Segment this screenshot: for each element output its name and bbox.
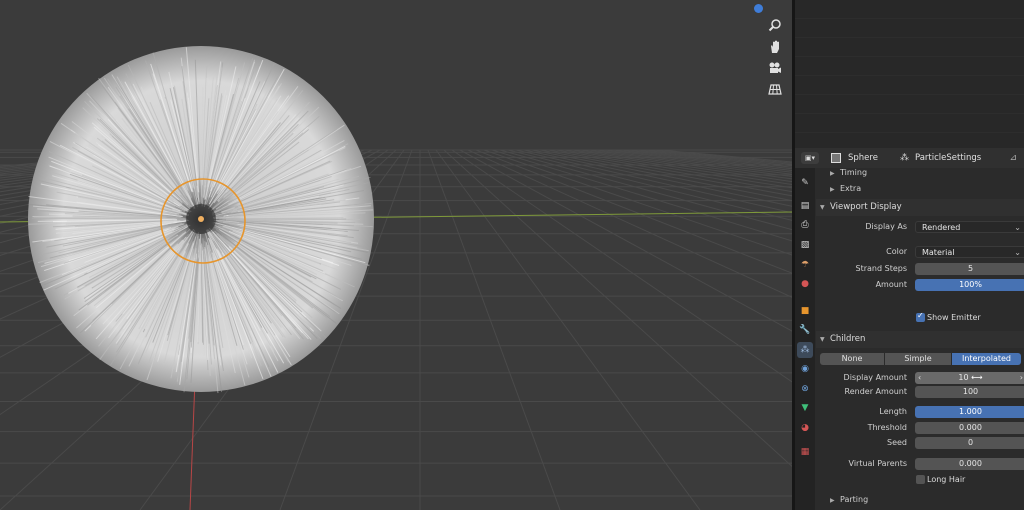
view-layer-icon[interactable]: ▧ (797, 237, 813, 253)
outliner-row (795, 95, 1024, 114)
length-row: Length 1.000 (816, 405, 1024, 419)
pin-icon[interactable]: ⊿ (1009, 153, 1017, 163)
timing-label: Timing (840, 168, 868, 177)
strand-steps-field[interactable]: 5 (915, 263, 1024, 275)
threshold-row: Threshold 0.000 (816, 421, 1024, 435)
zoom-icon[interactable] (765, 15, 785, 35)
world-icon[interactable]: ● (797, 276, 813, 292)
chevron-right-icon[interactable]: › (1020, 372, 1023, 384)
virtual-parents-field[interactable]: 0.000 (915, 458, 1024, 470)
children-simple-button[interactable]: Simple (885, 353, 951, 365)
strand-steps-row: Strand Steps 5 (816, 262, 1024, 276)
color-dropdown[interactable]: Material ⌄ (915, 246, 1024, 258)
outliner-row (795, 19, 1024, 38)
outliner-row (795, 38, 1024, 57)
show-emitter-row: ✓ Show Emitter (816, 311, 1024, 325)
children-none-button[interactable]: None (820, 353, 884, 365)
mesh-object-icon (831, 153, 841, 163)
virtual-parents-row: Virtual Parents 0.000 (816, 457, 1024, 471)
children-title: Children (830, 334, 866, 344)
tool-icon[interactable]: ✎ (797, 175, 813, 191)
outliner-row (795, 114, 1024, 133)
render-amount-field[interactable]: 100 (915, 386, 1024, 398)
threshold-field[interactable]: 0.000 (915, 422, 1024, 434)
outliner-panel[interactable] (795, 0, 1024, 152)
constraints-icon[interactable]: ⊗ (797, 381, 813, 397)
display-amount-value: 10 (958, 373, 969, 382)
chevron-down-icon: ⌄ (1014, 223, 1021, 232)
particle-settings-icon: ⁂ (899, 153, 909, 163)
3d-viewport[interactable] (0, 0, 792, 510)
viewport-display-panel-header[interactable]: ▼ Viewport Display (816, 199, 1024, 216)
length-label: Length (879, 407, 907, 416)
modifier-icon[interactable]: 🔧 (797, 322, 813, 338)
amount-slider[interactable]: 100% (915, 279, 1024, 291)
display-amount-label: Display Amount (843, 373, 907, 382)
color-label: Color (886, 247, 907, 256)
object-icon[interactable]: ■ (797, 303, 813, 319)
children-interpolated-button[interactable]: Interpolated (952, 353, 1021, 365)
object-origin (198, 216, 204, 222)
show-emitter-label: Show Emitter (927, 313, 981, 322)
children-mode-row: None Simple Interpolated (816, 352, 1024, 366)
outliner-row (795, 76, 1024, 95)
parting-label: Parting (840, 495, 869, 504)
render-amount-row: Render Amount 100 (816, 385, 1024, 399)
checkmark-icon: ✓ (917, 311, 924, 320)
chevron-down-icon: ⌄ (1014, 248, 1021, 257)
amount-row: Amount 100% (816, 278, 1024, 292)
display-as-row: Display As Rendered ⌄ (816, 220, 1024, 234)
children-panel-header[interactable]: ▼ Children (816, 331, 1024, 348)
properties-editor[interactable]: ▣▾ Sphere ⁂ ParticleSettings ⊿ ✎ ▤ ⎙ ▧ ☂… (795, 148, 1024, 510)
show-emitter-checkbox[interactable]: ✓ (916, 311, 925, 322)
color-row: Color Material ⌄ (816, 245, 1024, 259)
display-as-value: Rendered (922, 223, 961, 232)
viewport-display-title: Viewport Display (830, 202, 902, 212)
properties-content: ▶ Timing ▶ Extra ▼ Viewport Display Display… (816, 168, 1024, 510)
render-icon[interactable]: ▤ (797, 198, 813, 214)
hand-pan-icon[interactable] (765, 37, 785, 57)
seed-row: Seed 0 (816, 436, 1024, 450)
long-hair-checkbox[interactable] (916, 475, 925, 484)
long-hair-label: Long Hair (927, 475, 966, 484)
parting-subpanel[interactable]: ▶ Parting (830, 493, 868, 507)
timing-subpanel[interactable]: ▶ Timing (830, 168, 867, 180)
object-name: Sphere (848, 153, 878, 163)
threshold-label: Threshold (867, 423, 907, 432)
outliner-row (795, 57, 1024, 76)
outliner-row (795, 0, 1024, 19)
seed-field[interactable]: 0 (915, 437, 1024, 449)
navigation-gizmo-axis[interactable] (754, 4, 763, 13)
chevron-left-icon[interactable]: ‹ (918, 372, 921, 384)
physics-icon[interactable]: ◉ (797, 361, 813, 377)
properties-header: ▣▾ Sphere ⁂ ParticleSettings ⊿ (795, 148, 1024, 168)
display-amount-field[interactable]: ‹ 10 ⟷ › (915, 372, 1024, 384)
particles-icon[interactable]: ⁂ (797, 342, 813, 358)
virtual-parents-label: Virtual Parents (848, 459, 907, 468)
editor-type-icon[interactable]: ▣▾ (801, 152, 819, 164)
color-value: Material (922, 248, 955, 257)
length-slider[interactable]: 1.000 (915, 406, 1024, 418)
particle-settings-name: ParticleSettings (914, 153, 982, 163)
render-amount-label: Render Amount (844, 387, 907, 396)
seed-label: Seed (887, 438, 907, 447)
scene-icon[interactable]: ☂ (797, 257, 813, 273)
camera-icon[interactable] (765, 58, 785, 78)
extra-label: Extra (840, 184, 862, 193)
display-as-label: Display As (865, 222, 907, 231)
long-hair-row: Long Hair (816, 473, 1024, 487)
data-icon[interactable]: ▼ (797, 400, 813, 416)
properties-tabs: ✎ ▤ ⎙ ▧ ☂ ● ■ 🔧 ⁂ ◉ ⊗ ▼ ◕ ▦ (795, 168, 815, 510)
viewport-scene[interactable] (0, 0, 792, 510)
display-as-dropdown[interactable]: Rendered ⌄ (915, 221, 1024, 233)
display-amount-row: Display Amount ‹ 10 ⟷ › (816, 371, 1024, 385)
output-icon[interactable]: ⎙ (797, 217, 813, 233)
drag-cursor-icon: ⟷ (971, 373, 983, 382)
grid-ortho-icon[interactable] (765, 79, 785, 99)
texture-icon[interactable]: ▦ (797, 444, 813, 460)
strand-steps-label: Strand Steps (855, 264, 907, 273)
material-icon[interactable]: ◕ (797, 420, 813, 436)
amount-label: Amount (875, 280, 907, 289)
extra-subpanel[interactable]: ▶ Extra (830, 182, 861, 196)
